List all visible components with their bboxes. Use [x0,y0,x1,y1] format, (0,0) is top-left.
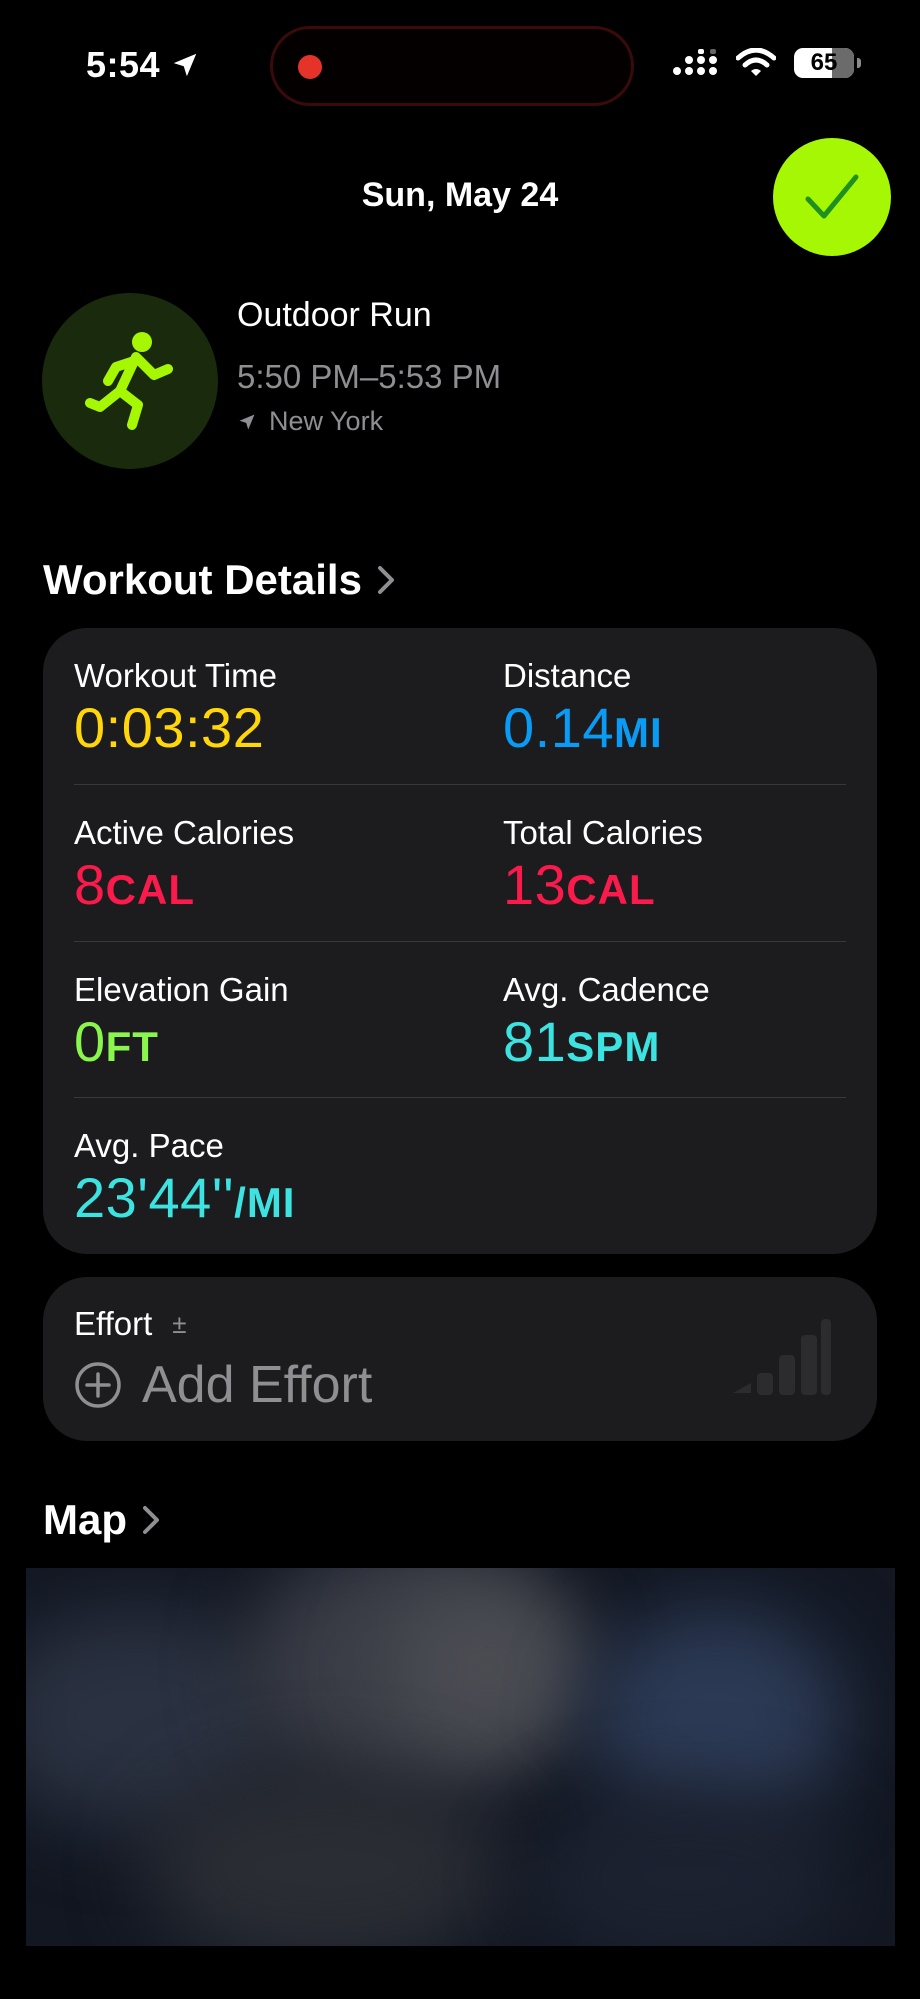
effort-card[interactable]: Effort ± Add Effort [43,1277,877,1441]
metric-number: 0 [74,1010,106,1073]
effort-bars-icon [733,1319,831,1395]
checkmark-icon [805,174,859,219]
metric-avg-pace: Avg. Pace 23'44''/MI [74,1126,295,1233]
map-blur-region [526,1788,846,1946]
plus-minus-icon: ± [172,1308,187,1339]
status-bar-indicators: 65 [672,48,861,78]
add-effort-label: Add Effort [142,1356,373,1414]
metric-unit: /MI [234,1179,296,1226]
workout-name: Outdoor Run [237,296,432,334]
wifi-icon [736,48,776,76]
add-effort-button[interactable]: Add Effort [74,1355,372,1415]
metric-value: 23'44''/MI [74,1168,295,1233]
map-blur-region [386,1578,586,1758]
metric-value: 8CAL [74,855,294,920]
metric-unit: CAL [566,866,656,913]
metric-unit: SPM [566,1023,661,1070]
section-title: Map [43,1496,127,1543]
metric-label: Elevation Gain [74,971,289,1008]
metric-value: 13CAL [503,855,703,920]
clock-text: 5:54 [86,44,161,85]
metric-value: 0FT [74,1012,289,1077]
metric-value: 0:03:32 [74,698,277,758]
dynamic-island[interactable] [270,26,634,106]
metric-total-calories: Total Calories 13CAL [503,813,703,920]
metric-distance: Distance 0.14MI [503,656,663,763]
metric-number: 23'44'' [74,1166,235,1229]
location-arrow-icon [173,53,197,77]
chevron-right-icon [377,566,394,594]
metric-avg-cadence: Avg. Cadence 81SPM [503,970,710,1077]
metric-elevation-gain: Elevation Gain 0FT [74,970,289,1077]
location-arrow-icon [239,414,255,429]
metric-number: 0:03:32 [74,696,265,759]
workout-location: New York [237,406,383,437]
metric-value: 81SPM [503,1012,710,1077]
metric-label: Active Calories [74,814,295,851]
metric-unit: MI [614,709,663,756]
metric-unit: CAL [105,866,195,913]
divider [74,1097,846,1098]
metric-unit: FT [105,1023,159,1070]
cellular-signal-icon [673,49,717,75]
status-bar-time: 5:54 [86,44,200,86]
map-link[interactable]: Map [43,1496,161,1544]
metric-label: Avg. Pace [74,1127,224,1164]
chevron-right-icon [143,1506,159,1534]
workout-time-range: 5:50 PM–5:53 PM [237,358,502,395]
plus-circle-icon [75,1362,121,1408]
section-title: Workout Details [43,556,362,603]
metric-workout-time: Workout Time 0:03:32 [74,656,277,758]
metric-number: 8 [74,853,106,916]
metric-label: Avg. Cadence [503,971,710,1008]
location-text: New York [269,406,384,436]
metric-number: 13 [503,853,567,916]
divider [74,941,846,942]
recording-indicator-icon [298,55,322,79]
done-button[interactable] [773,138,891,256]
metric-label: Workout Time [74,657,277,694]
metric-value: 0.14MI [503,698,663,763]
battery-level: 65 [810,49,838,76]
metric-active-calories: Active Calories 8CAL [74,813,294,920]
workout-details-card[interactable]: Workout Time 0:03:32 Distance 0.14MI Act… [43,628,877,1254]
metric-number: 0.14 [503,696,614,759]
effort-title: Effort [74,1305,153,1342]
divider [74,784,846,785]
metric-label: Distance [503,657,632,694]
metric-label: Total Calories [503,814,703,851]
running-figure-icon [85,332,173,430]
workout-map[interactable] [26,1568,895,1946]
workout-details-link[interactable]: Workout Details [43,556,396,604]
metric-number: 81 [503,1010,567,1073]
workout-type-badge [42,293,218,469]
battery-icon: 65 [794,48,861,78]
effort-label: Effort ± [74,1305,187,1343]
